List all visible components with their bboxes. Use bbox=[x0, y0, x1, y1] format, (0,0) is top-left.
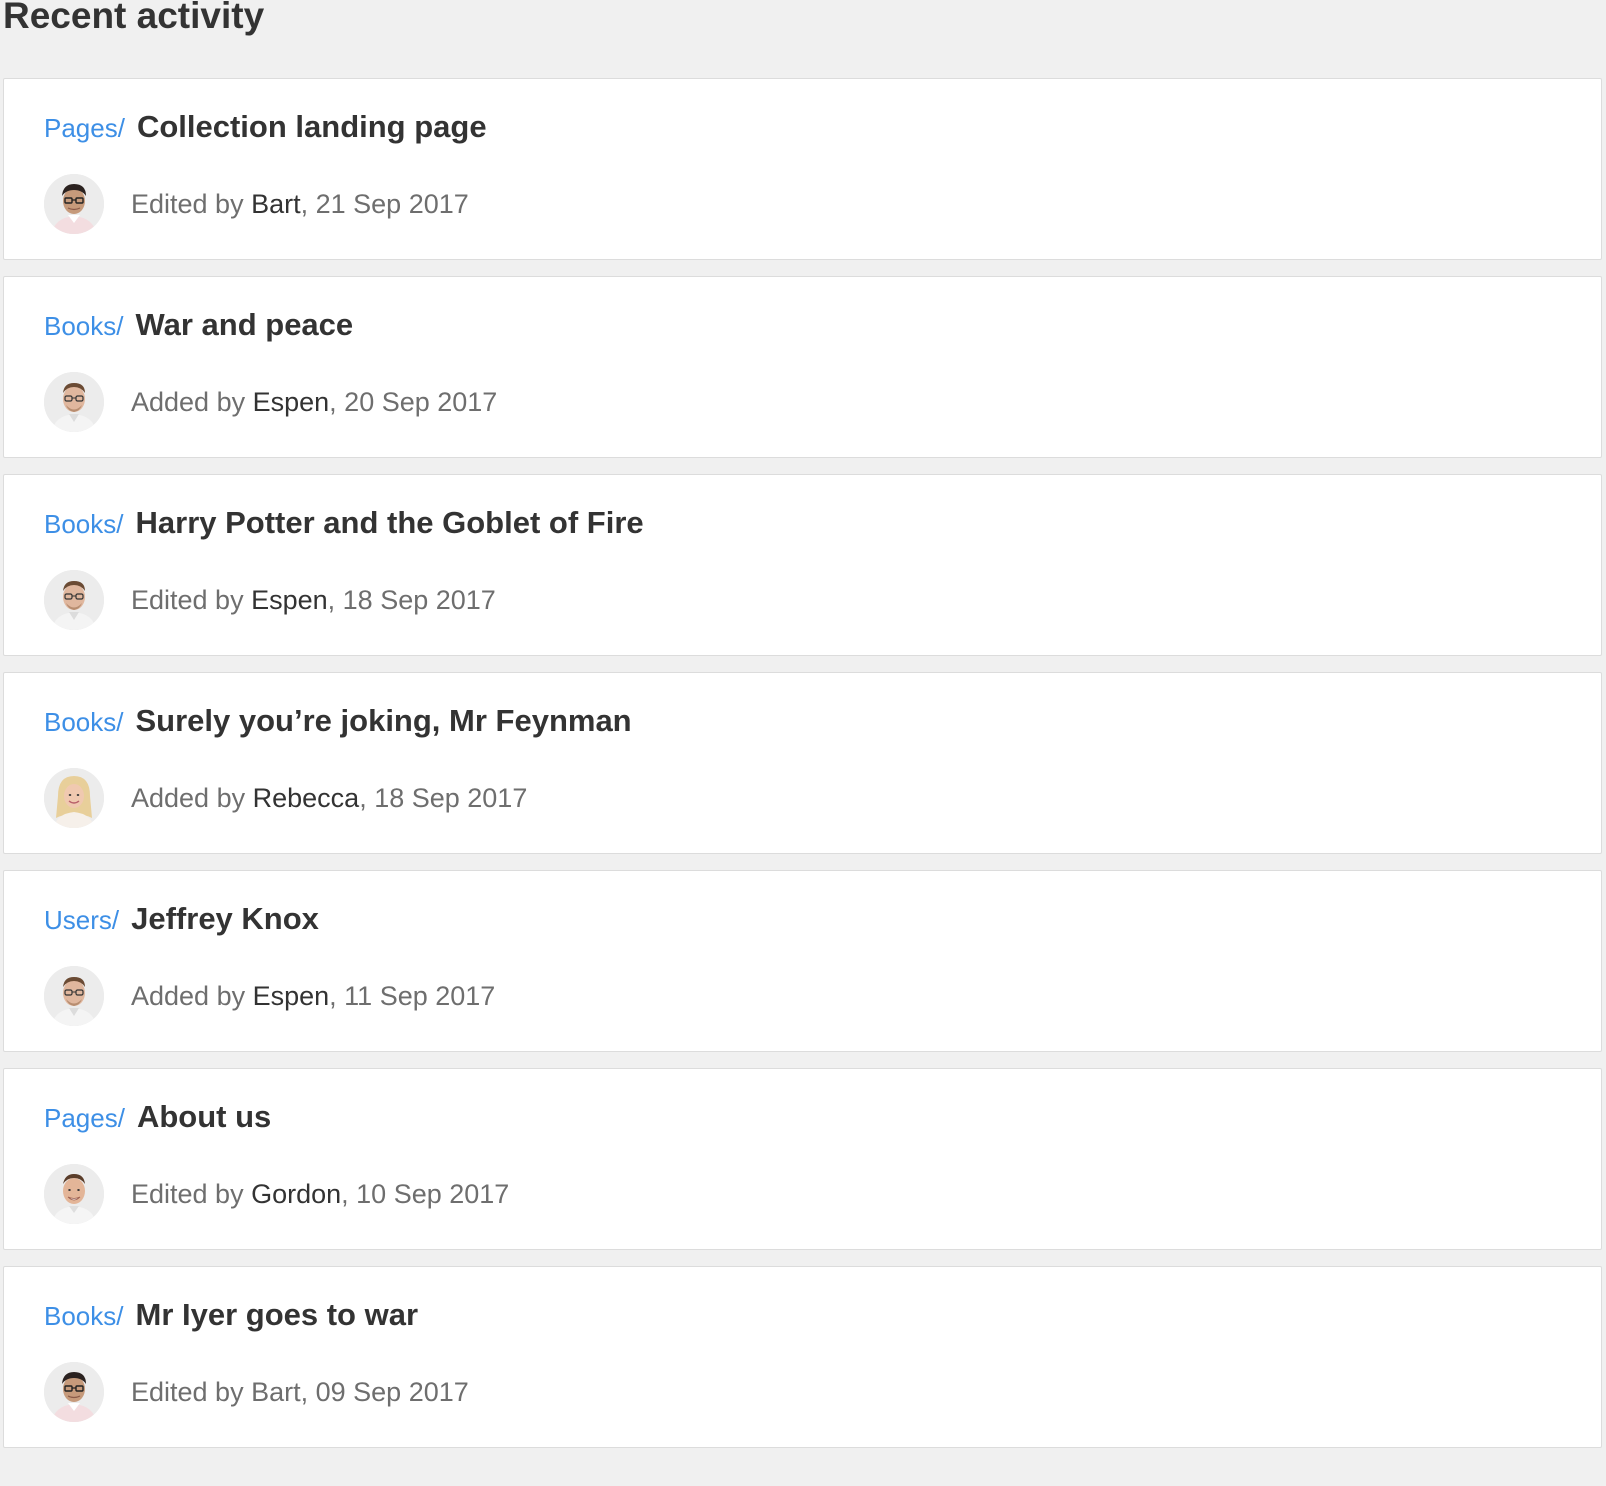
card-meta-row: Edited by Bart, 21 Sep 2017 bbox=[44, 174, 469, 234]
card-meta-row: Added by Espen, 11 Sep 2017 bbox=[44, 966, 495, 1026]
activity-meta: Added by Rebecca, 18 Sep 2017 bbox=[131, 783, 527, 814]
activity-user: Espen bbox=[251, 584, 328, 615]
breadcrumb-section-link[interactable]: Pages/ bbox=[44, 113, 125, 144]
activity-card: Books/ Surely you’re joking, Mr Feynman … bbox=[3, 672, 1602, 854]
card-meta-row: Added by Espen, 20 Sep 2017 bbox=[44, 372, 497, 432]
card-title-row: Books/ Surely you’re joking, Mr Feynman bbox=[44, 703, 632, 743]
recent-activity-page: Recent activity Pages/ Collection landin… bbox=[0, 0, 1606, 1486]
card-meta-row: Added by Rebecca, 18 Sep 2017 bbox=[44, 768, 527, 828]
avatar-espen-icon bbox=[44, 372, 104, 432]
card-title-row: Pages/ Collection landing page bbox=[44, 109, 487, 149]
card-title-row: Books/ Harry Potter and the Goblet of Fi… bbox=[44, 505, 644, 545]
item-title-link[interactable]: Mr Iyer goes to war bbox=[136, 1297, 419, 1333]
activity-user: Espen bbox=[252, 980, 330, 1011]
activity-action: Edited by bbox=[131, 584, 244, 615]
activity-list: Pages/ Collection landing page Edited by… bbox=[3, 78, 1602, 1464]
activity-date: , 21 Sep 2017 bbox=[300, 188, 469, 219]
breadcrumb-section-link[interactable]: Books/ bbox=[44, 311, 124, 342]
activity-action: Added by bbox=[131, 782, 246, 813]
breadcrumb-section-link[interactable]: Pages/ bbox=[44, 1103, 125, 1134]
activity-date: , 20 Sep 2017 bbox=[329, 386, 498, 417]
item-title-link[interactable]: Surely you’re joking, Mr Feynman bbox=[136, 703, 632, 739]
activity-user: Espen bbox=[252, 386, 330, 417]
activity-date: , 10 Sep 2017 bbox=[341, 1178, 510, 1209]
activity-action: Edited by bbox=[131, 188, 244, 219]
item-title-link[interactable]: Collection landing page bbox=[137, 109, 487, 145]
activity-meta: Edited by Bart, 09 Sep 2017 bbox=[131, 1377, 469, 1408]
activity-date: , 09 Sep 2017 bbox=[300, 1376, 469, 1407]
activity-action: Added by bbox=[131, 386, 246, 417]
breadcrumb-section-link[interactable]: Books/ bbox=[44, 1301, 124, 1332]
activity-card: Pages/ Collection landing page Edited by… bbox=[3, 78, 1602, 260]
breadcrumb-section-link[interactable]: Users/ bbox=[44, 905, 119, 936]
activity-action: Edited by bbox=[131, 1376, 244, 1407]
activity-meta: Added by Espen, 20 Sep 2017 bbox=[131, 387, 497, 418]
avatar-espen-icon bbox=[44, 570, 104, 630]
avatar-bart-icon bbox=[44, 174, 104, 234]
avatar-bart-icon bbox=[44, 1362, 104, 1422]
card-title-row: Pages/ About us bbox=[44, 1099, 271, 1139]
avatar-gordon-icon bbox=[44, 1164, 104, 1224]
activity-meta: Edited by Espen, 18 Sep 2017 bbox=[131, 585, 496, 616]
item-title-link[interactable]: Harry Potter and the Goblet of Fire bbox=[136, 505, 644, 541]
activity-date: , 18 Sep 2017 bbox=[359, 782, 528, 813]
item-title-link[interactable]: About us bbox=[137, 1099, 271, 1135]
card-title-row: Books/ Mr Iyer goes to war bbox=[44, 1297, 418, 1337]
avatar-espen-icon bbox=[44, 966, 104, 1026]
page-title: Recent activity bbox=[3, 0, 265, 36]
activity-user: Bart bbox=[251, 1376, 301, 1407]
activity-meta: Added by Espen, 11 Sep 2017 bbox=[131, 981, 495, 1012]
card-title-row: Books/ War and peace bbox=[44, 307, 353, 347]
activity-card: Pages/ About us Edited by Gordon, 10 Sep… bbox=[3, 1068, 1602, 1250]
breadcrumb-section-link[interactable]: Books/ bbox=[44, 509, 124, 540]
activity-card: Users/ Jeffrey Knox Added by Espen, 11 S… bbox=[3, 870, 1602, 1052]
breadcrumb-section-link[interactable]: Books/ bbox=[44, 707, 124, 738]
card-title-row: Users/ Jeffrey Knox bbox=[44, 901, 319, 941]
card-meta-row: Edited by Bart, 09 Sep 2017 bbox=[44, 1362, 469, 1422]
item-title-link[interactable]: War and peace bbox=[136, 307, 354, 343]
activity-date: , 11 Sep 2017 bbox=[329, 980, 496, 1011]
activity-user: Gordon bbox=[251, 1178, 342, 1209]
activity-card: Books/ Harry Potter and the Goblet of Fi… bbox=[3, 474, 1602, 656]
avatar-rebecca-icon bbox=[44, 768, 104, 828]
activity-card: Books/ Mr Iyer goes to war Edited by Bar… bbox=[3, 1266, 1602, 1448]
item-title-link[interactable]: Jeffrey Knox bbox=[131, 901, 319, 937]
activity-user: Bart bbox=[251, 188, 301, 219]
activity-meta: Edited by Bart, 21 Sep 2017 bbox=[131, 189, 469, 220]
activity-user: Rebecca bbox=[252, 782, 360, 813]
activity-action: Edited by bbox=[131, 1178, 244, 1209]
card-meta-row: Edited by Espen, 18 Sep 2017 bbox=[44, 570, 496, 630]
activity-date: , 18 Sep 2017 bbox=[327, 584, 496, 615]
activity-card: Books/ War and peace Added by Espen, 20 … bbox=[3, 276, 1602, 458]
activity-meta: Edited by Gordon, 10 Sep 2017 bbox=[131, 1179, 509, 1210]
card-meta-row: Edited by Gordon, 10 Sep 2017 bbox=[44, 1164, 509, 1224]
activity-action: Added by bbox=[131, 980, 246, 1011]
